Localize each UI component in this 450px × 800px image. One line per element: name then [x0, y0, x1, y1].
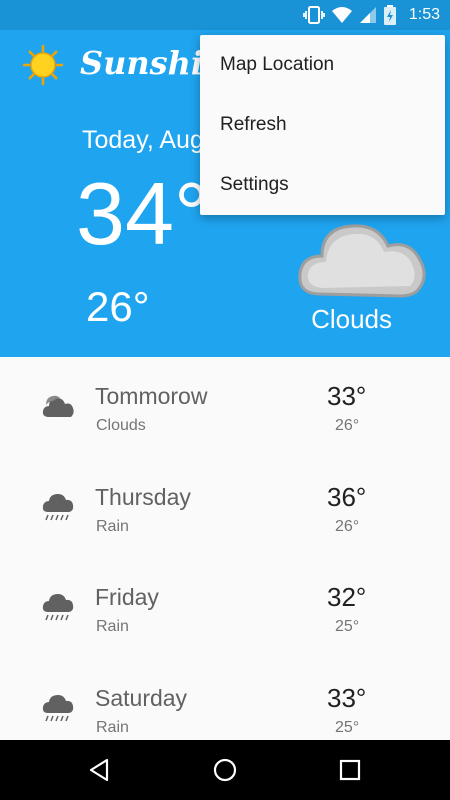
today-low-temp: 26°: [86, 283, 150, 330]
list-item[interactable]: Thursday Rain 36° 26°: [0, 458, 450, 559]
rain-icon: [42, 594, 74, 621]
cloud-icon: [42, 395, 74, 417]
list-item[interactable]: Friday Rain 32° 25°: [0, 558, 450, 659]
forecast-low-temp: 25°: [335, 618, 360, 635]
forecast-day: Friday: [95, 584, 159, 610]
forecast-high-temp: 32°: [327, 582, 367, 612]
sun-logo-icon: [23, 45, 63, 85]
menu-item-settings[interactable]: Settings: [200, 155, 445, 215]
forecast-description: Rain: [96, 517, 129, 535]
home-icon[interactable]: [210, 755, 240, 785]
navigation-bar: [0, 740, 450, 800]
forecast-description: Rain: [96, 718, 129, 736]
list-item[interactable]: Tommorow Clouds 33° 26°: [0, 357, 450, 458]
vibrate-icon: [302, 6, 325, 24]
forecast-description: Clouds: [96, 417, 146, 434]
battery-charging-icon: [383, 5, 396, 25]
menu-item-map-location[interactable]: Map Location: [200, 35, 445, 95]
forecast-list[interactable]: Tommorow Clouds 33° 26° Thursday Rain 36…: [0, 357, 450, 740]
today-high-temp: 34°: [76, 164, 210, 263]
status-bar: 1:53: [0, 0, 450, 30]
forecast-high-temp: 33°: [327, 682, 367, 713]
forecast-day: Thursday: [95, 483, 191, 510]
rain-icon: [42, 694, 74, 721]
today-description: Clouds: [311, 304, 392, 334]
overflow-menu: Map Location Refresh Settings: [200, 35, 445, 215]
forecast-low-temp: 25°: [335, 718, 360, 736]
menu-item-refresh[interactable]: Refresh: [200, 95, 445, 155]
forecast-description: Rain: [96, 618, 129, 635]
forecast-day: Saturday: [95, 684, 188, 711]
signal-icon: [359, 7, 376, 23]
forecast-high-temp: 36°: [327, 481, 367, 512]
forecast-low-temp: 26°: [335, 517, 360, 535]
back-icon[interactable]: [85, 755, 115, 785]
forecast-low-temp: 26°: [335, 417, 360, 434]
list-item[interactable]: Saturday Rain 33° 25°: [0, 659, 450, 741]
status-icons: 1:53: [302, 0, 440, 30]
forecast-high-temp: 33°: [327, 381, 367, 411]
app-screen: 1:53 Sunshine Today, Aug 34° 26° Clouds: [0, 0, 450, 800]
forecast-day: Tommorow: [95, 383, 208, 409]
status-time: 1:53: [408, 6, 440, 23]
today-date: Today, Aug: [82, 126, 204, 154]
recents-icon[interactable]: [335, 755, 365, 785]
rain-icon: [42, 493, 74, 520]
wifi-icon: [331, 7, 352, 23]
